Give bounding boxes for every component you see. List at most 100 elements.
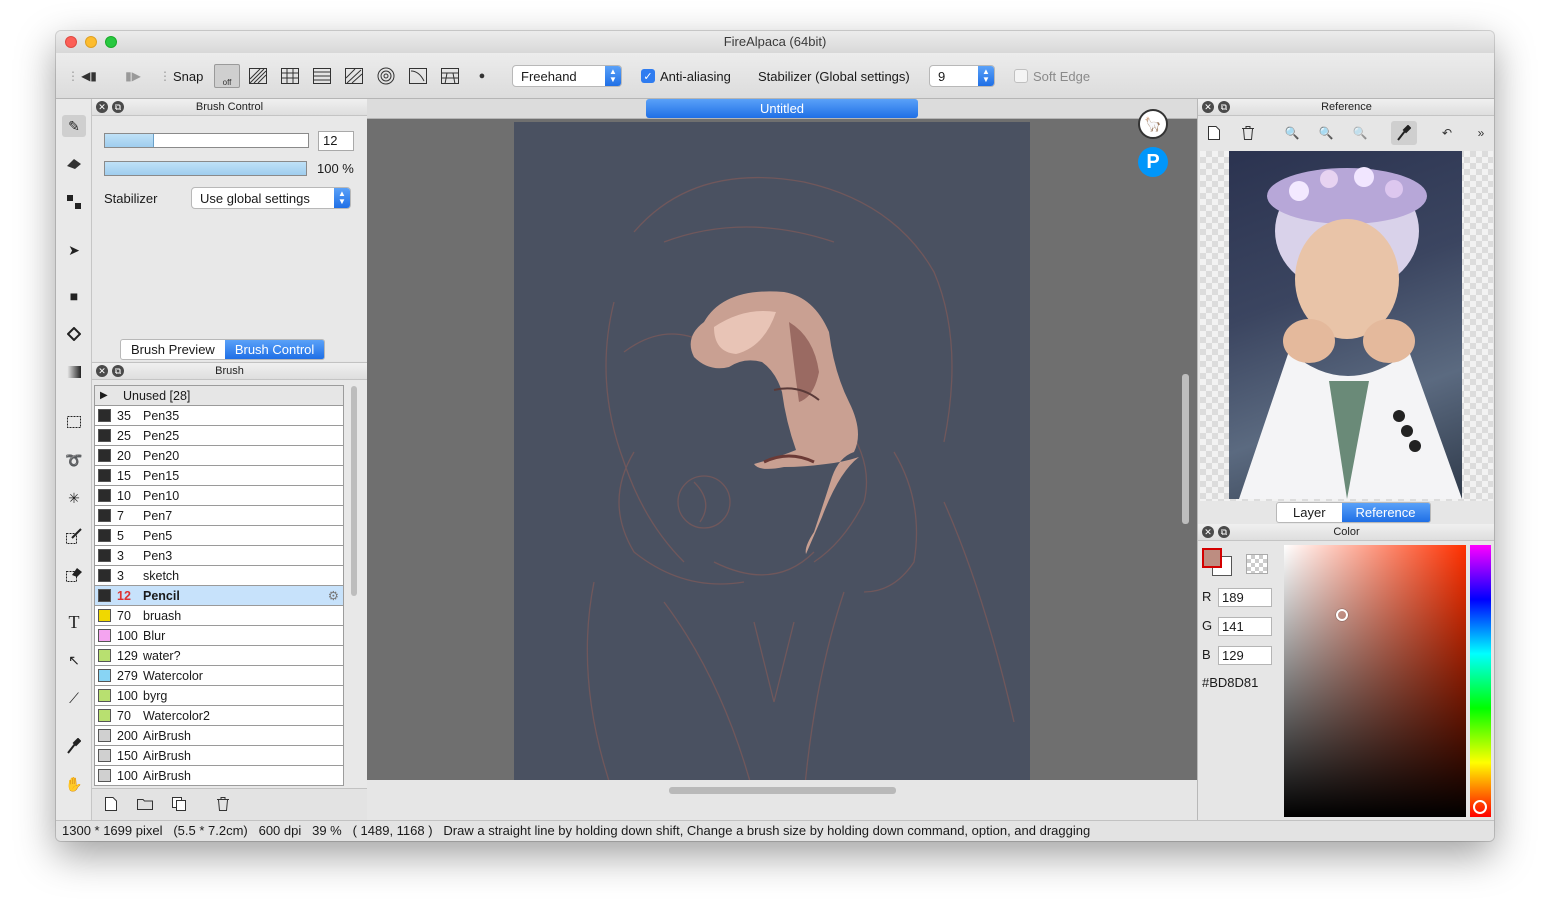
undo-icon[interactable]: ◀▮ xyxy=(78,66,100,86)
select-pen-tool-icon[interactable] xyxy=(62,525,86,547)
operation-tool-icon[interactable]: ↖ xyxy=(62,649,86,671)
divide-tool-icon[interactable]: ⟋ xyxy=(62,687,86,709)
gradient-tool-icon[interactable] xyxy=(62,361,86,383)
text-tool-icon[interactable]: T xyxy=(62,611,86,633)
brush-row[interactable]: 200 AirBrush xyxy=(95,726,343,746)
dot-tool-icon[interactable] xyxy=(62,191,86,213)
snap-concentric-icon[interactable] xyxy=(375,66,397,86)
float-color-icon[interactable]: ⧉ xyxy=(1218,526,1230,538)
r-input[interactable]: 189 xyxy=(1218,588,1272,607)
brush-row[interactable]: 129 water? xyxy=(95,646,343,666)
brush-row[interactable]: 15 Pen15 xyxy=(95,466,343,486)
reference-delete-icon[interactable] xyxy=(1237,123,1259,143)
reference-more-icon[interactable]: » xyxy=(1470,123,1492,143)
brush-stabilizer-select[interactable]: Use global settings ▲ ▼ xyxy=(191,187,351,209)
soft-edge-toggle[interactable]: Soft Edge xyxy=(1014,53,1090,99)
brush-row[interactable]: 3 sketch xyxy=(95,566,343,586)
close-window-button[interactable] xyxy=(65,36,77,48)
brush-row[interactable]: 279 Watercolor xyxy=(95,666,343,686)
select-eraser-tool-icon[interactable] xyxy=(62,563,86,585)
close-reference-icon[interactable]: ✕ xyxy=(1202,101,1214,113)
brush-row[interactable]: 7 Pen7 xyxy=(95,506,343,526)
antialias-toggle[interactable]: ✓ Anti-aliasing xyxy=(641,53,731,99)
brush-row[interactable]: 3 Pen3 xyxy=(95,546,343,566)
new-brush-icon[interactable] xyxy=(100,794,122,814)
brush-row[interactable]: 5 Pen5 xyxy=(95,526,343,546)
snap-3d-icon[interactable] xyxy=(439,66,461,86)
b-input[interactable]: 129 xyxy=(1218,646,1272,665)
hue-slider-handle[interactable] xyxy=(1473,800,1487,814)
delete-brush-icon[interactable] xyxy=(212,794,234,814)
antialias-checkbox[interactable]: ✓ xyxy=(641,69,655,83)
reference-new-icon[interactable] xyxy=(1203,123,1225,143)
transparent-color-swatch[interactable] xyxy=(1246,554,1268,574)
canvas-tab[interactable]: Untitled xyxy=(646,99,918,118)
draw-mode-select[interactable]: Freehand ▲ ▼ xyxy=(512,65,622,87)
close-panel-icon[interactable]: ✕ xyxy=(96,101,108,113)
brush-row[interactable]: 100 byrg xyxy=(95,686,343,706)
brush-folder-icon[interactable] xyxy=(134,794,156,814)
minimize-window-button[interactable] xyxy=(85,36,97,48)
foreground-color-swatch[interactable] xyxy=(1202,548,1222,568)
soft-edge-checkbox[interactable] xyxy=(1014,69,1028,83)
brush-row[interactable]: 20 Pen20 xyxy=(95,446,343,466)
reference-rotate-icon[interactable]: ↶ xyxy=(1436,123,1458,143)
brush-opacity-slider[interactable] xyxy=(104,161,307,176)
brush-row[interactable]: 70 bruash xyxy=(95,606,343,626)
snap-parallel-icon[interactable] xyxy=(247,66,269,86)
brush-row[interactable]: 150 AirBrush xyxy=(95,746,343,766)
brush-row[interactable]: 100 AirBrush xyxy=(95,766,343,785)
duplicate-brush-icon[interactable] xyxy=(168,794,190,814)
float-brush-panel-icon[interactable]: ⧉ xyxy=(112,365,124,377)
snap-curve-icon[interactable] xyxy=(407,66,429,86)
float-panel-icon[interactable]: ⧉ xyxy=(112,101,124,113)
reference-eyedropper-icon[interactable] xyxy=(1391,121,1417,145)
reference-viewport[interactable] xyxy=(1200,151,1493,501)
brush-row[interactable]: 10 Pen10 xyxy=(95,486,343,506)
snap-off-button[interactable]: off xyxy=(214,64,240,88)
eraser-tool-icon[interactable] xyxy=(62,153,86,175)
zoom-window-button[interactable] xyxy=(105,36,117,48)
firealpaca-mascot-icon[interactable]: 🦙 xyxy=(1138,109,1168,139)
tab-brush-preview[interactable]: Brush Preview xyxy=(121,340,225,359)
magic-wand-tool-icon[interactable]: ✳ xyxy=(62,487,86,509)
fill-shape-tool-icon[interactable]: ■ xyxy=(62,285,86,307)
redo-icon[interactable]: ▮▶ xyxy=(122,66,144,86)
float-reference-icon[interactable]: ⧉ xyxy=(1218,101,1230,113)
brush-size-slider[interactable] xyxy=(104,133,309,148)
drawing-canvas[interactable] xyxy=(514,122,1030,796)
brush-size-input[interactable]: 12 xyxy=(318,131,354,151)
g-input[interactable]: 141 xyxy=(1218,617,1272,636)
tab-brush-control[interactable]: Brush Control xyxy=(224,340,325,359)
tab-layer[interactable]: Layer xyxy=(1277,503,1342,522)
select-tool-icon[interactable] xyxy=(62,411,86,433)
brush-settings-gear-icon[interactable]: ⚙ xyxy=(328,588,339,603)
eyedropper-tool-icon[interactable] xyxy=(62,735,86,757)
pixiv-icon[interactable]: P xyxy=(1138,147,1168,177)
brush-row[interactable]: 12 Pencil ⚙ xyxy=(95,586,343,606)
move-tool-icon[interactable]: ➤ xyxy=(62,239,86,261)
brush-row[interactable]: 70 Watercolor2 xyxy=(95,706,343,726)
brush-list-scrollbar[interactable] xyxy=(351,386,357,596)
bucket-tool-icon[interactable] xyxy=(62,323,86,345)
stabilizer-global-select[interactable]: 9 ▲ ▼ xyxy=(929,65,995,87)
snap-grid-icon[interactable] xyxy=(279,66,301,86)
expand-triangle-icon[interactable]: ▶ xyxy=(95,390,123,401)
hue-slider[interactable] xyxy=(1470,545,1491,817)
close-brush-panel-icon[interactable]: ✕ xyxy=(96,365,108,377)
canvas-vertical-scrollbar[interactable] xyxy=(1182,374,1189,524)
brush-row[interactable]: 35 Pen35 xyxy=(95,406,343,426)
pen-tool-icon[interactable]: ✎ xyxy=(62,115,86,137)
zoom-in-icon[interactable]: 🔍 xyxy=(1281,123,1303,143)
close-color-icon[interactable]: ✕ xyxy=(1202,526,1214,538)
hand-tool-icon[interactable]: ✋ xyxy=(62,773,86,795)
snap-horizontal-icon[interactable] xyxy=(311,66,333,86)
zoom-reset-icon[interactable]: 🔍 xyxy=(1349,123,1371,143)
snap-settings-dot-icon[interactable]: ● xyxy=(471,66,493,86)
tab-reference[interactable]: Reference xyxy=(1341,503,1430,522)
canvas-horizontal-scrollbar[interactable] xyxy=(669,787,896,794)
canvas-area[interactable]: Untitled 🦙 P xyxy=(367,99,1197,800)
snap-perspective-icon[interactable] xyxy=(343,66,365,86)
saturation-value-picker[interactable] xyxy=(1284,545,1466,817)
brush-row[interactable]: 25 Pen25 xyxy=(95,426,343,446)
